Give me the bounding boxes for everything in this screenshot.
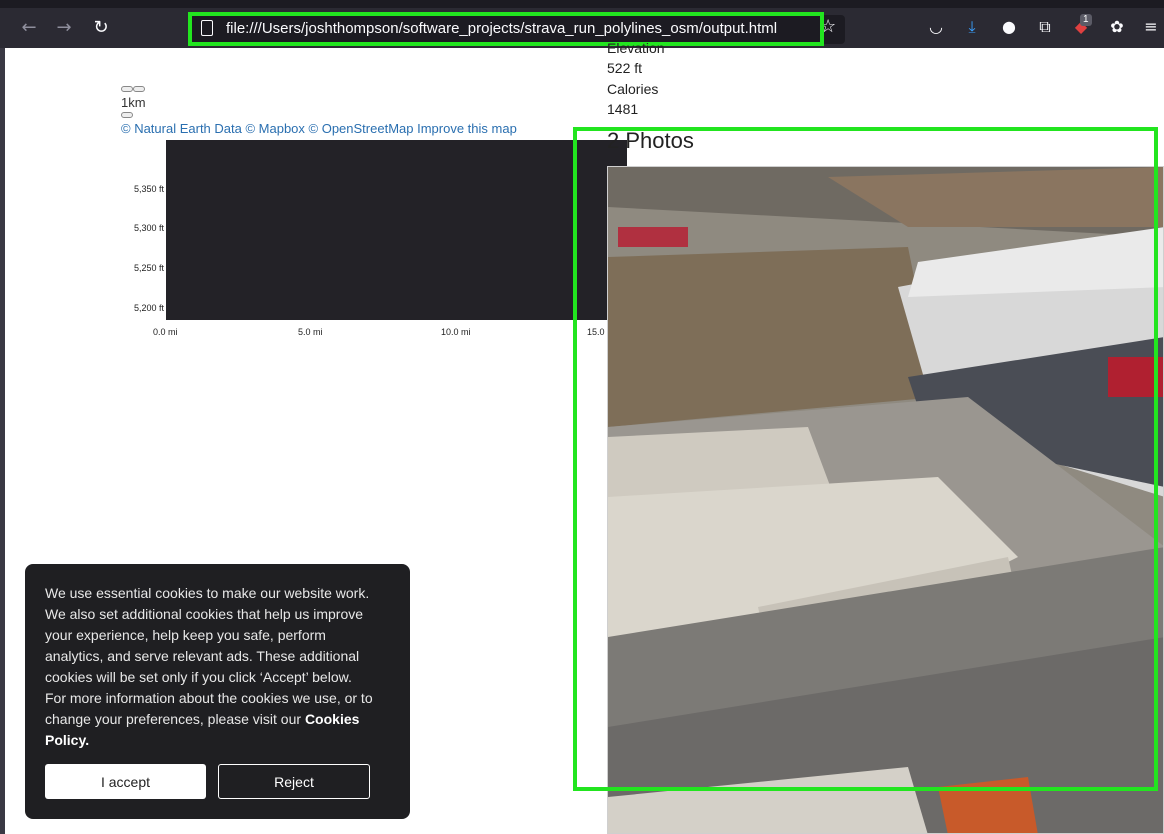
x-tick-label: 10.0 mi: [441, 327, 471, 337]
sidebar-edge: [0, 48, 5, 834]
pocket-icon[interactable]: ◡: [926, 17, 946, 37]
calories-value: 1481: [607, 101, 639, 117]
y-tick-label: 5,350 ft: [133, 184, 164, 194]
accept-cookies-button[interactable]: I accept: [45, 764, 206, 799]
extension-badge: 1: [1080, 14, 1092, 26]
x-tick-label: 15.0: [587, 327, 605, 337]
x-tick-label: 5.0 mi: [298, 327, 323, 337]
y-tick-label: 5,200 ft: [133, 303, 164, 313]
back-button[interactable]: ←: [16, 15, 42, 41]
menu-icon[interactable]: ≡: [1141, 17, 1161, 37]
url-highlight-box: [188, 12, 824, 46]
cookie-message-text: We use essential cookies to make our web…: [45, 585, 373, 727]
photos-heading: 2 Photos: [607, 128, 694, 153]
cookie-banner: We use essential cookies to make our web…: [25, 564, 410, 819]
calories-label: Calories: [607, 81, 659, 97]
zoom-out-control[interactable]: [133, 86, 145, 92]
run-photo[interactable]: [607, 166, 1164, 834]
map-scale-label: 1km: [121, 95, 146, 110]
y-tick-label: 5,250 ft: [133, 263, 164, 273]
reload-button[interactable]: ↻: [88, 15, 114, 41]
x-tick-label: 0.0 mi: [153, 327, 178, 337]
cookie-extension-icon[interactable]: ✿: [1107, 17, 1127, 37]
zoom-in-control[interactable]: [121, 86, 133, 92]
account-icon[interactable]: ●: [999, 17, 1019, 37]
y-tick-label: 5,300 ft: [133, 223, 164, 233]
extensions-icon[interactable]: ⧉: [1035, 17, 1055, 37]
forward-button[interactable]: →: [51, 15, 77, 41]
compass-control[interactable]: [121, 112, 133, 118]
cookie-message: We use essential cookies to make our web…: [45, 583, 375, 751]
reject-cookies-button[interactable]: Reject: [218, 764, 370, 799]
elevation-value: 522 ft: [607, 60, 643, 76]
aerial-photo-image: [608, 167, 1163, 833]
tab-strip: [0, 0, 1164, 8]
download-icon[interactable]: ⤓: [962, 17, 982, 37]
elevation-chart: [166, 140, 627, 320]
map-attribution[interactable]: © Natural Earth Data © Mapbox © OpenStre…: [121, 121, 517, 136]
elevation-label: Elevation: [607, 40, 665, 56]
